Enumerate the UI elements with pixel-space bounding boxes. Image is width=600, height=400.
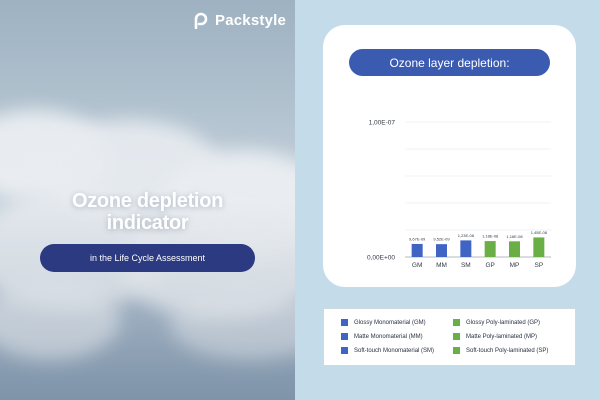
y-tick-label: 1,00E-07 [369,120,396,127]
brand-name: Packstyle [215,11,287,29]
legend-swatch [453,347,460,354]
hero-subtitle-pill: in the Life Cycle Assessment [40,244,255,272]
legend-swatch [453,319,460,326]
brand-logo: Packstyle [193,11,286,29]
hero-panel: Packstyle Ozone depletion indicator in t… [0,0,295,400]
legend-item: Matte Poly-laminated (MP) [453,333,537,340]
legend-swatch [453,333,460,340]
bar [460,240,472,257]
bar [411,243,423,257]
legend-label: Glossy Monomaterial (GM) [354,319,426,326]
hero-title: Ozone depletion indicator [71,190,224,234]
x-tick-label: MP [510,262,520,269]
x-tick-label: SM [461,262,471,269]
y-tick-label: 0,00E+00 [367,255,395,262]
bar-value-label: 1,45E-08 [531,230,548,235]
x-tick-label: SP [534,262,543,269]
bar [509,241,520,257]
bar [533,237,545,257]
bar-value-label: 9,52E-09 [433,237,450,242]
legend-label: Matte Monomaterial (MM) [354,333,423,340]
bar-value-label: 9,67E-09 [409,236,426,241]
legend-item: Glossy Monomaterial (GM) [341,319,426,326]
legend-item: Soft-touch Poly-laminated (SP) [453,347,548,354]
bar-value-label: 1,16E-08 [506,234,523,239]
chart-legend: Glossy Monomaterial (GM) Glossy Poly-lami… [323,308,576,366]
legend-item: Soft-touch Monomaterial (SM) [341,347,434,354]
legend-item: Matte Monomaterial (MM) [341,333,423,340]
x-tick-label: MM [436,262,447,269]
legend-swatch [341,347,348,354]
legend-label: Soft-touch Monomaterial (SM) [354,347,435,354]
bar-value-label: 1,23E-08 [458,233,475,238]
legend-item: Glossy Poly-laminated (GP) [453,319,540,326]
legend-swatch [341,333,348,340]
legend-swatch [341,319,348,326]
legend-label: Matte Poly-laminated (MP) [466,333,538,340]
x-tick-label: GP [485,262,494,269]
legend-label: Soft-touch Poly-laminated (SP) [466,347,549,354]
bar [436,244,447,257]
bar-chart: 0,00E+00 1,00E-07 9,67E-09 GM 9,52E-09 MM 1,23… [367,120,551,269]
bar-value-label: 1,18E-08 [482,234,499,239]
chart-card: Ozone layer depletion: 0,00E+00 1,00E-07 9… [323,25,576,287]
legend-label: Glossy Poly-laminated (GP) [466,319,541,326]
packstyle-logo-icon [194,12,208,29]
bar [484,241,496,257]
x-tick-label: GM [412,262,422,269]
